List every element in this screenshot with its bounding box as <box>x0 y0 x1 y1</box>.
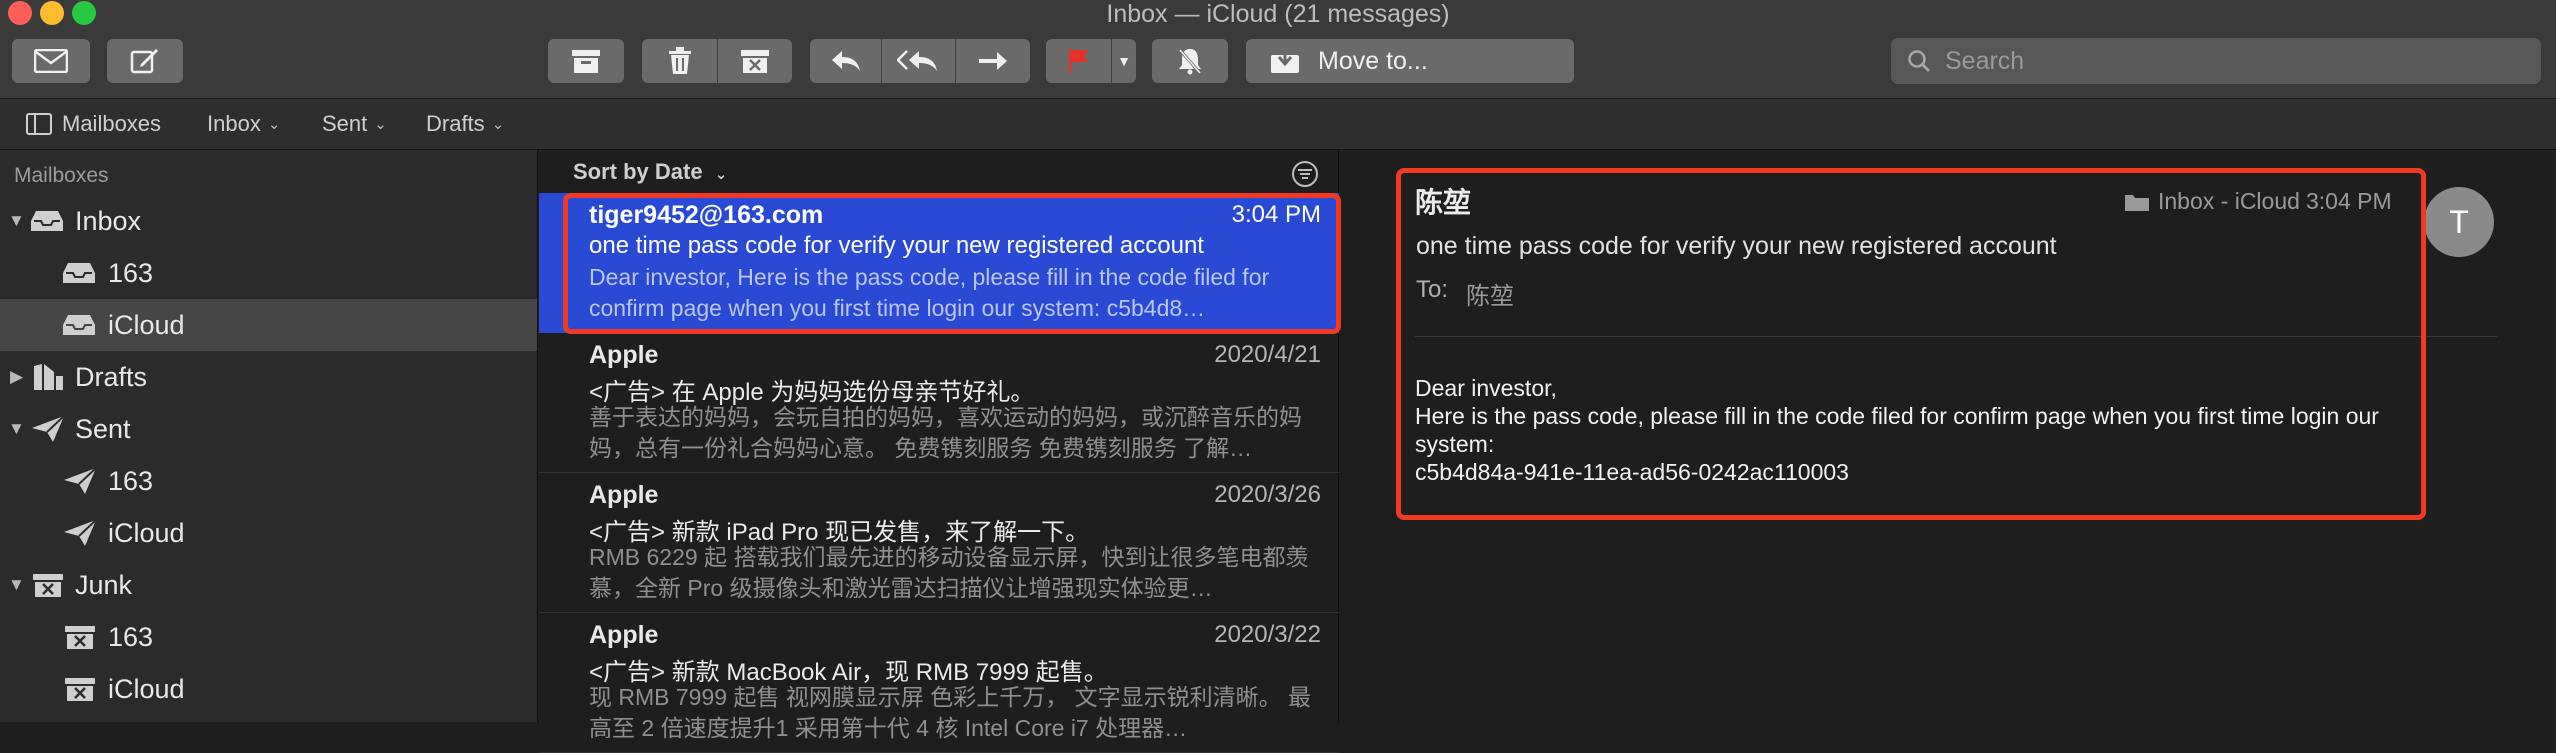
sidebar-item-label: 163 <box>108 257 154 288</box>
archive-button[interactable] <box>548 39 624 83</box>
search-icon <box>1908 50 1930 72</box>
sidebar-item-label: 163 <box>108 465 154 496</box>
message-sender: Apple <box>589 341 659 369</box>
disclosure-expanded-icon[interactable]: ▼ <box>8 211 25 231</box>
compose-button[interactable] <box>107 39 183 83</box>
message-row[interactable]: Apple 2020/3/22 <广告> 新款 MacBook Air，现 RM… <box>539 613 1339 753</box>
flag-button[interactable] <box>1046 39 1112 83</box>
highlight-box-message <box>563 193 1341 334</box>
sidebar-item-label: 163 <box>108 621 154 652</box>
message-date: 2020/3/26 <box>1214 481 1321 508</box>
reply-button[interactable] <box>810 39 882 83</box>
disclosure-expanded-icon[interactable]: ▼ <box>8 419 25 439</box>
drafts-icon <box>34 364 63 390</box>
chevron-down-icon: ⌄ <box>374 116 387 133</box>
filter-icon[interactable] <box>1291 160 1319 188</box>
sidebar-item-junk[interactable]: ▼ Junk <box>0 559 537 611</box>
mailboxes-label: Mailboxes <box>62 111 162 136</box>
get-mail-icon <box>34 49 68 73</box>
delete-button[interactable] <box>642 39 718 83</box>
junk-icon <box>65 678 95 701</box>
junk-button[interactable] <box>718 39 792 83</box>
favorite-drafts[interactable]: Drafts ⌄ <box>426 99 504 149</box>
message-row[interactable]: Apple 2020/4/21 <广告> 在 Apple 为妈妈选份母亲节好礼。… <box>539 333 1339 473</box>
message-preview: RMB 6229 起 搭载我们最先进的移动设备显示屏，快到让很多笔电都羡慕，全新… <box>589 544 1309 601</box>
mailboxes-toggle[interactable]: Mailboxes <box>26 99 161 149</box>
move-to-button[interactable]: Move to... <box>1246 39 1574 83</box>
flag-icon <box>1068 49 1088 73</box>
message-date: 2020/4/21 <box>1214 341 1321 368</box>
sidebar-item-label: Inbox <box>75 205 142 236</box>
sidebar-item-drafts[interactable]: ▶ Drafts <box>0 351 537 403</box>
sidebar-item-inbox-163[interactable]: 163 <box>0 247 537 299</box>
message-preview: 善于表达的妈妈，会玩自拍的妈妈，喜欢运动的妈妈，或沉醉音乐的妈妈，总有一份礼合妈… <box>589 404 1302 461</box>
favorite-sent[interactable]: Sent ⌄ <box>322 99 387 149</box>
search-input[interactable] <box>1943 45 2507 77</box>
sidebar-item-junk-icloud[interactable]: iCloud <box>0 663 537 715</box>
junk-icon <box>65 626 95 649</box>
favorite-drafts-label: Drafts <box>426 111 485 136</box>
sent-icon <box>32 415 65 442</box>
chevron-down-icon: ▼ <box>1117 53 1131 69</box>
message-row[interactable]: Apple 2020/3/26 <广告> 新款 iPad Pro 现已发售，来了… <box>539 473 1339 613</box>
forward-icon <box>979 52 1007 70</box>
highlight-box-reader <box>1396 168 2426 520</box>
sort-bar: Sort by Date ⌄ <box>539 150 1339 192</box>
move-to-label: Move to... <box>1318 46 1428 75</box>
sidebar-item-sent-icloud[interactable]: iCloud <box>0 507 537 559</box>
inbox-icon <box>63 315 95 335</box>
mute-icon <box>1178 49 1202 75</box>
sort-label: Sort by Date <box>573 159 703 184</box>
favorite-inbox[interactable]: Inbox ⌄ <box>207 99 280 149</box>
archive-icon <box>572 50 600 73</box>
junk-icon <box>741 50 769 73</box>
trash-icon <box>668 47 691 74</box>
chevron-down-icon: ⌄ <box>714 166 728 183</box>
sidebar-item-label: iCloud <box>108 309 185 340</box>
sidebar-icon <box>26 113 52 135</box>
sidebar-item-label: iCloud <box>108 517 185 548</box>
sidebar-item-label: iCloud <box>108 673 185 704</box>
reply-all-button[interactable] <box>882 39 956 83</box>
sidebar-item-sent-163[interactable]: 163 <box>0 455 537 507</box>
favorite-sent-label: Sent <box>322 111 368 136</box>
sidebar-item-inbox-icloud[interactable]: iCloud <box>0 299 537 351</box>
reply-icon <box>831 51 860 71</box>
get-mail-button[interactable] <box>12 39 90 83</box>
message-date: 2020/3/22 <box>1214 621 1321 648</box>
move-icon <box>1271 47 1299 73</box>
mute-button[interactable] <box>1152 39 1228 83</box>
forward-button[interactable] <box>956 39 1030 83</box>
search-field[interactable] <box>1891 38 2541 84</box>
window-title: Inbox — iCloud (21 messages) <box>1106 0 1450 28</box>
sidebar-item-label: Junk <box>75 569 133 600</box>
flag-menu-button[interactable]: ▼ <box>1112 39 1136 83</box>
chevron-down-icon: ⌄ <box>491 116 505 133</box>
message-preview: 现 RMB 7999 起售 视网膜显示屏 色彩上千万， 文字显示锐利清晰。 最高… <box>589 684 1312 741</box>
disclosure-expanded-icon[interactable]: ▼ <box>8 575 25 595</box>
sidebar-item-junk-163[interactable]: 163 <box>0 611 537 663</box>
sidebar: Mailboxes ▼ Inbox 163 iCloud ▶ Drafts ▼ … <box>0 150 538 722</box>
sent-icon <box>64 467 97 494</box>
junk-icon <box>33 574 63 597</box>
sidebar-item-inbox[interactable]: ▼ Inbox <box>0 195 537 247</box>
sidebar-item-label: Sent <box>75 413 131 444</box>
favorites-bar: Mailboxes Inbox ⌄ Sent ⌄ Drafts ⌄ <box>0 98 2556 150</box>
sidebar-item-label: Drafts <box>75 361 148 392</box>
favorite-inbox-label: Inbox <box>207 111 261 136</box>
inbox-icon <box>31 211 63 231</box>
disclosure-collapsed-icon[interactable]: ▶ <box>10 367 23 387</box>
sort-by-date-button[interactable]: Sort by Date ⌄ <box>573 159 727 185</box>
reply-all-icon <box>896 50 937 71</box>
message-sender: Apple <box>589 481 659 509</box>
sent-icon <box>64 519 97 546</box>
sender-avatar[interactable]: T <box>2424 187 2494 257</box>
message-sender: Apple <box>589 621 659 649</box>
sidebar-header: Mailboxes <box>14 164 109 187</box>
inbox-icon <box>63 263 95 283</box>
chevron-down-icon: ⌄ <box>267 116 281 133</box>
compose-icon <box>130 49 158 74</box>
sidebar-item-sent[interactable]: ▼ Sent <box>0 403 537 455</box>
